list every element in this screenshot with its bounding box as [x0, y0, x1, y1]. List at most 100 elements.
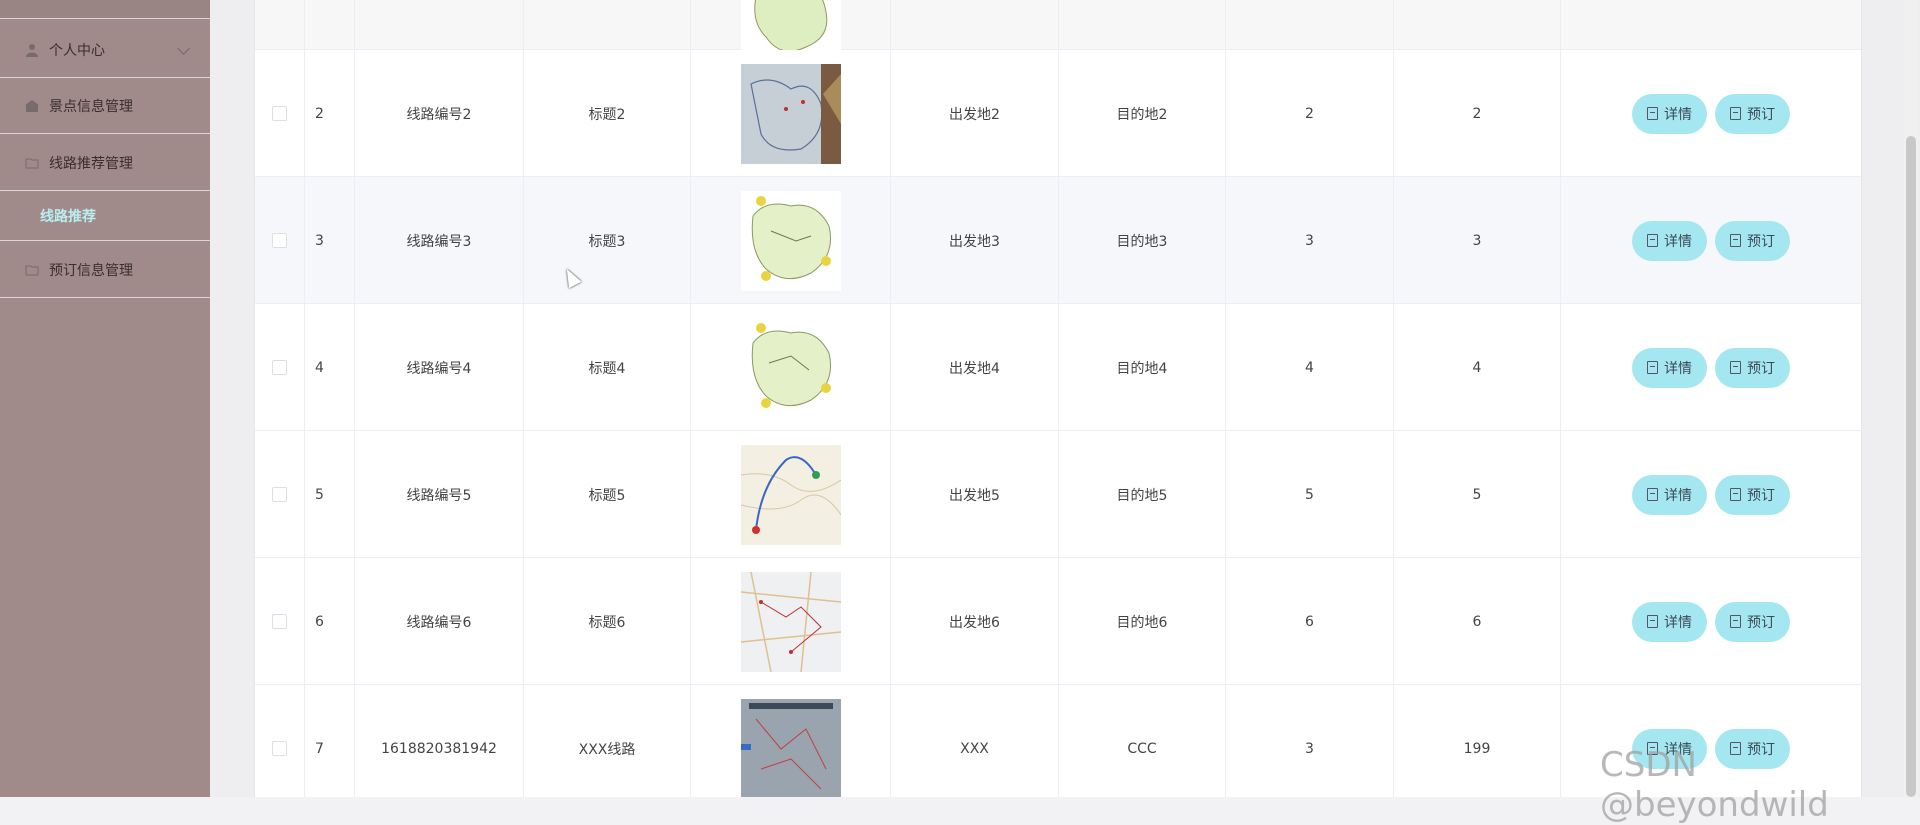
document-icon: [1730, 488, 1741, 501]
sidebar-item-personal-center[interactable]: 个人中心: [0, 22, 210, 78]
title-cell: [524, 0, 691, 50]
sidebar-item-route-management[interactable]: 线路推荐管理: [0, 135, 210, 191]
count-cell: [1226, 0, 1394, 50]
table-row[interactable]: 2 线路编号2 标题2 出发地2 目的地2 2 2 详情 预订: [255, 50, 1861, 177]
document-icon: [1647, 615, 1658, 628]
book-button[interactable]: 预订: [1715, 93, 1790, 134]
count-cell: 2: [1226, 50, 1394, 177]
detail-button[interactable]: 详情: [1632, 93, 1707, 134]
sidebar-item-scenic-management[interactable]: 景点信息管理: [0, 78, 210, 134]
ops-cell: 详情 预订: [1561, 431, 1861, 558]
index-cell: [305, 0, 355, 50]
watermark: CSDN @beyondwild: [1600, 745, 1829, 825]
scrollbar-thumb[interactable]: [1906, 136, 1916, 797]
table-row[interactable]: 4 线路编号4 标题4 出发地4 目的地4 4 4 详情 预订: [255, 304, 1861, 431]
row-checkbox-cell: [255, 558, 305, 685]
book-button[interactable]: 预订: [1715, 474, 1790, 515]
detail-button[interactable]: 详情: [1632, 474, 1707, 515]
price-cell: [1394, 0, 1561, 50]
row-checkbox-cell: [255, 431, 305, 558]
row-checkbox[interactable]: [272, 233, 287, 248]
route-map-image: [740, 317, 841, 418]
detail-label: 详情: [1664, 232, 1692, 249]
index-cell: 3: [305, 177, 355, 304]
image-cell: [691, 177, 891, 304]
route-map-image: [740, 698, 841, 797]
detail-button[interactable]: 详情: [1632, 347, 1707, 388]
to-cell: 目的地5: [1059, 431, 1226, 558]
row-checkbox-cell: [255, 304, 305, 431]
code-cell: 线路编号2: [355, 50, 524, 177]
book-label: 预订: [1747, 486, 1775, 503]
ops-cell: 详情 预订: [1561, 50, 1861, 177]
to-cell: 目的地3: [1059, 177, 1226, 304]
document-icon: [1730, 615, 1741, 628]
route-map-image: [740, 63, 841, 164]
book-button[interactable]: 预订: [1715, 347, 1790, 388]
ops-cell: [1561, 0, 1861, 50]
sidebar-item-label: 预订信息管理: [49, 262, 133, 279]
title-cell: 标题4: [524, 304, 691, 431]
row-checkbox-cell: [255, 50, 305, 177]
row-checkbox[interactable]: [272, 360, 287, 375]
sidebar-item-label: 景点信息管理: [49, 98, 133, 115]
sidebar-top-item[interactable]: [0, 0, 210, 19]
row-checkbox-cell: [255, 685, 305, 797]
ops-cell: 详情 预订: [1561, 177, 1861, 304]
price-cell: 6: [1394, 558, 1561, 685]
place-icon: [25, 99, 39, 113]
from-cell: 出发地5: [891, 431, 1059, 558]
count-cell: 4: [1226, 304, 1394, 431]
row-checkbox-cell: [255, 177, 305, 304]
row-checkbox[interactable]: [272, 614, 287, 629]
detail-button[interactable]: 详情: [1632, 220, 1707, 261]
route-map-image: [740, 190, 841, 291]
route-map-image: [740, 571, 841, 672]
to-cell: 目的地4: [1059, 304, 1226, 431]
detail-label: 详情: [1664, 486, 1692, 503]
sidebar-item-label: 个人中心: [49, 42, 105, 59]
image-cell: [691, 431, 891, 558]
row-checkbox[interactable]: [272, 741, 287, 756]
index-cell: 5: [305, 431, 355, 558]
sidebar-item-label: 线路推荐管理: [49, 155, 133, 172]
ops-cell: 详情 预订: [1561, 304, 1861, 431]
price-cell: 5: [1394, 431, 1561, 558]
row-checkbox[interactable]: [272, 487, 287, 502]
sidebar: 个人中心 景点信息管理 线路推荐管理 线路推荐 预订信息管理: [0, 0, 210, 797]
detail-label: 详情: [1664, 359, 1692, 376]
document-icon: [1647, 107, 1658, 120]
document-icon: [1647, 488, 1658, 501]
sidebar-item-booking-management[interactable]: 预订信息管理: [0, 242, 210, 298]
table-row[interactable]: 3 线路编号3 标题3 出发地3 目的地3 3 3 详情 预订: [255, 177, 1861, 304]
document-icon: [1730, 361, 1741, 374]
count-cell: 5: [1226, 431, 1394, 558]
count-cell: 6: [1226, 558, 1394, 685]
detail-label: 详情: [1664, 105, 1692, 122]
from-cell: 出发地3: [891, 177, 1059, 304]
image-cell: [691, 50, 891, 177]
book-button[interactable]: 预订: [1715, 220, 1790, 261]
code-cell: [355, 0, 524, 50]
table-row[interactable]: 5 线路编号5 标题5 出发地5 目的地5 5 5 详情 预订: [255, 431, 1861, 558]
book-button[interactable]: 预订: [1715, 601, 1790, 642]
table-row: [255, 0, 1861, 67]
row-checkbox-cell: [255, 0, 305, 50]
title-cell: 标题5: [524, 431, 691, 558]
folder-icon: [25, 156, 39, 170]
route-table: 2 线路编号2 标题2 出发地2 目的地2 2 2 详情 预订 3 线路编号3 …: [254, 0, 1862, 797]
to-cell: 目的地6: [1059, 558, 1226, 685]
from-cell: 出发地2: [891, 50, 1059, 177]
from-cell: XXX: [891, 685, 1059, 797]
detail-label: 详情: [1664, 613, 1692, 630]
table-row[interactable]: 6 线路编号6 标题6 出发地6 目的地6 6 6 详情 预订: [255, 558, 1861, 685]
document-icon: [1730, 107, 1741, 120]
to-cell: [1059, 0, 1226, 50]
detail-button[interactable]: 详情: [1632, 601, 1707, 642]
sidebar-subitem-route-recommend[interactable]: 线路推荐: [0, 191, 210, 241]
row-checkbox[interactable]: [272, 106, 287, 121]
price-cell: 199: [1394, 685, 1561, 797]
price-cell: 3: [1394, 177, 1561, 304]
code-cell: 线路编号5: [355, 431, 524, 558]
index-cell: 7: [305, 685, 355, 797]
